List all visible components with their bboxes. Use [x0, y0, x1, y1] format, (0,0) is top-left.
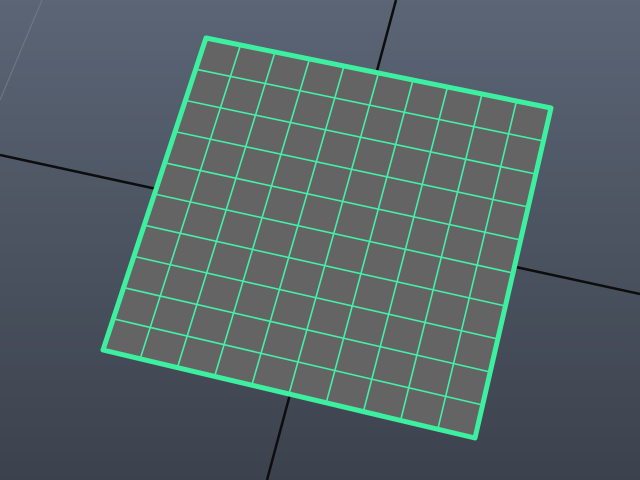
perspective-viewport[interactable]: [0, 0, 640, 480]
